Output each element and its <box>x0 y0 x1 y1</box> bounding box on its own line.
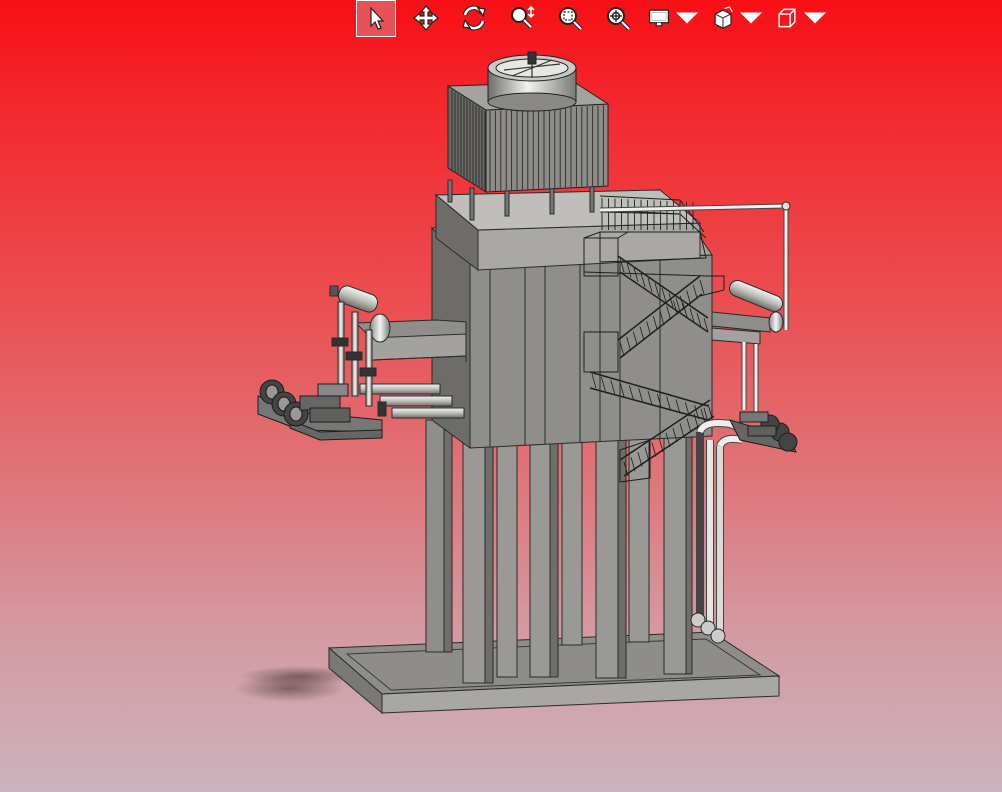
right-pumps <box>729 411 798 453</box>
cooling-tower-model[interactable] <box>0 0 1002 792</box>
stair-tread <box>658 437 664 452</box>
3d-viewport[interactable] <box>0 0 1002 792</box>
fan-stack <box>487 51 577 112</box>
stair-tread <box>651 442 657 457</box>
